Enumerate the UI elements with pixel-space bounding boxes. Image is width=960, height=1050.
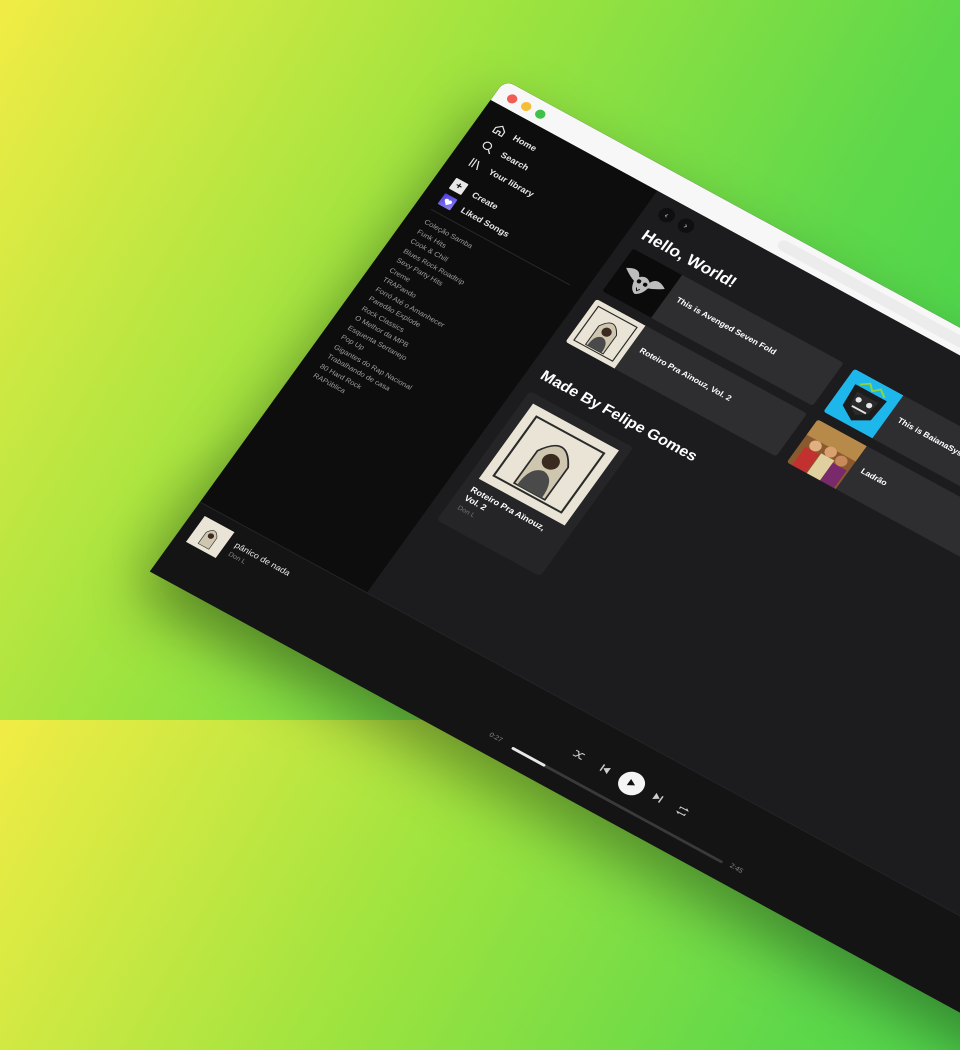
heart-icon — [437, 193, 458, 211]
next-icon[interactable] — [645, 787, 671, 809]
nav-library-label: Your library — [486, 167, 536, 199]
forward-button[interactable]: › — [674, 215, 698, 236]
repeat-icon[interactable] — [670, 800, 696, 822]
play-button[interactable] — [612, 767, 651, 800]
chevron-right-icon: › — [681, 221, 691, 231]
back-button[interactable]: ‹ — [655, 205, 679, 226]
now-playing-cover — [185, 515, 235, 559]
shuffle-icon[interactable] — [566, 744, 592, 766]
play-icon — [626, 779, 636, 786]
nav-home-label: Home — [511, 133, 539, 154]
shortcut-label: This is BaianaSystem — [895, 415, 960, 465]
previous-icon[interactable] — [592, 758, 618, 780]
chevron-left-icon: ‹ — [662, 210, 671, 220]
ladrao-cover — [786, 419, 867, 490]
roteiro-cover — [565, 298, 646, 369]
close-window-button[interactable] — [504, 92, 520, 106]
time-total: 2:45 — [728, 862, 745, 875]
time-elapsed: 0:27 — [487, 731, 504, 744]
shortcut-label: Ladrão — [858, 466, 890, 488]
maximize-window-button[interactable] — [533, 107, 548, 121]
app-window-stage: Home Search Your library + Create Liked … — [149, 80, 960, 1050]
app-window: Home Search Your library + Create Liked … — [149, 80, 960, 1050]
minimize-window-button[interactable] — [519, 100, 534, 113]
progress-fill — [510, 746, 547, 768]
library-icon — [465, 155, 485, 172]
shortcut-label: This is Avenged Seven Fold — [674, 295, 779, 357]
home-icon — [490, 121, 510, 138]
search-icon — [478, 138, 498, 155]
plus-icon: + — [448, 177, 469, 196]
